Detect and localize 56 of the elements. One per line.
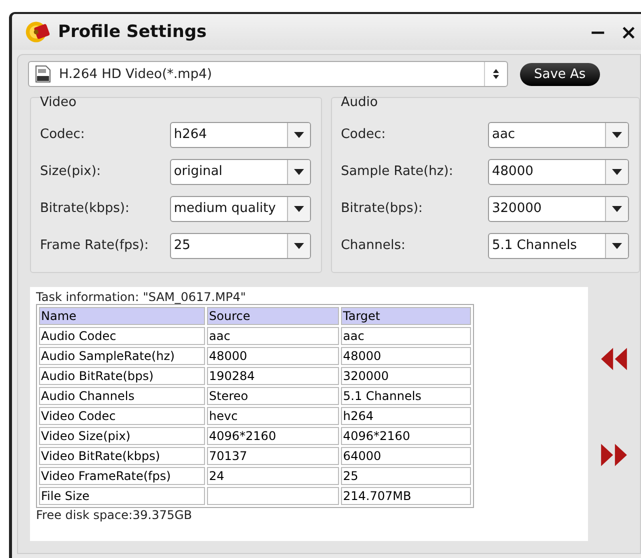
close-button[interactable]: × [620,20,637,44]
window-title: Profile Settings [58,22,208,42]
column-header: Name [39,307,205,325]
table-cell: Audio BitRate(bps) [39,367,205,385]
task-information-title: Task information: "SAM_0617.MP4" [36,290,247,304]
group-title: Video [40,95,78,110]
table-cell: 64000 [341,447,471,465]
field-label: Channels: [340,238,406,253]
table-cell: Audio Channels [39,387,205,405]
table-cell: 48000 [207,347,339,365]
table-cell: Video Size(pix) [39,427,205,445]
rewind-icon[interactable] [600,347,628,371]
table-cell: 70137 [207,447,339,465]
table-cell: 48000 [341,347,471,365]
field-label: Codec: [40,127,85,142]
table-cell: hevc [207,407,339,425]
dropdown[interactable]: 48000 [488,158,629,184]
dropdown[interactable]: medium quality [170,196,311,222]
table-cell: aac [207,327,339,345]
dropdown[interactable]: 25 [170,232,311,258]
group-title: Audio [340,95,379,110]
field-label: Sample Rate(hz): [340,164,454,179]
field-label: Size(pix): [40,164,101,179]
table-cell: Audio Codec [39,327,205,345]
field-label: Frame Rate(fps): [40,238,149,253]
field-label: Bitrate(kbps): [40,201,130,216]
table-cell: 4096*2160 [207,427,339,445]
field-label: Bitrate(bps): [340,201,423,216]
table-cell: Video BitRate(kbps) [39,447,205,465]
minimize-button[interactable]: − [589,20,606,44]
dropdown[interactable]: original [170,158,311,184]
table-cell: Video Codec [39,407,205,425]
table-cell: 25 [341,467,471,485]
table-cell: aac [341,327,471,345]
free-disk-space: Free disk space:39.375GB [36,508,194,522]
column-header: Target [341,307,471,325]
table-cell: File Size [39,487,205,505]
table-cell: Stereo [207,387,339,405]
table-cell: h264 [341,407,471,425]
save-as-button[interactable]: Save As [520,62,600,86]
profile-dropdown[interactable]: H.264 HD Video(*.mp4) [28,61,508,87]
table-cell: Audio SampleRate(hz) [39,347,205,365]
table-cell: 4096*2160 [341,427,471,445]
table-cell: Video FrameRate(fps) [39,467,205,485]
dropdown[interactable]: aac [488,122,629,148]
column-header: Source [207,307,339,325]
dropdown[interactable]: h264 [170,122,311,148]
table-cell: 214.707MB [341,487,471,505]
table-cell: 24 [207,467,339,485]
dropdown[interactable]: 320000 [488,196,629,222]
fast-forward-icon[interactable] [600,443,628,467]
table-cell: 190284 [207,367,339,385]
field-label: Codec: [340,127,386,142]
table-cell: 320000 [341,367,471,385]
table-cell: 5.1 Channels [341,387,471,405]
dropdown[interactable]: 5.1 Channels [488,232,629,258]
